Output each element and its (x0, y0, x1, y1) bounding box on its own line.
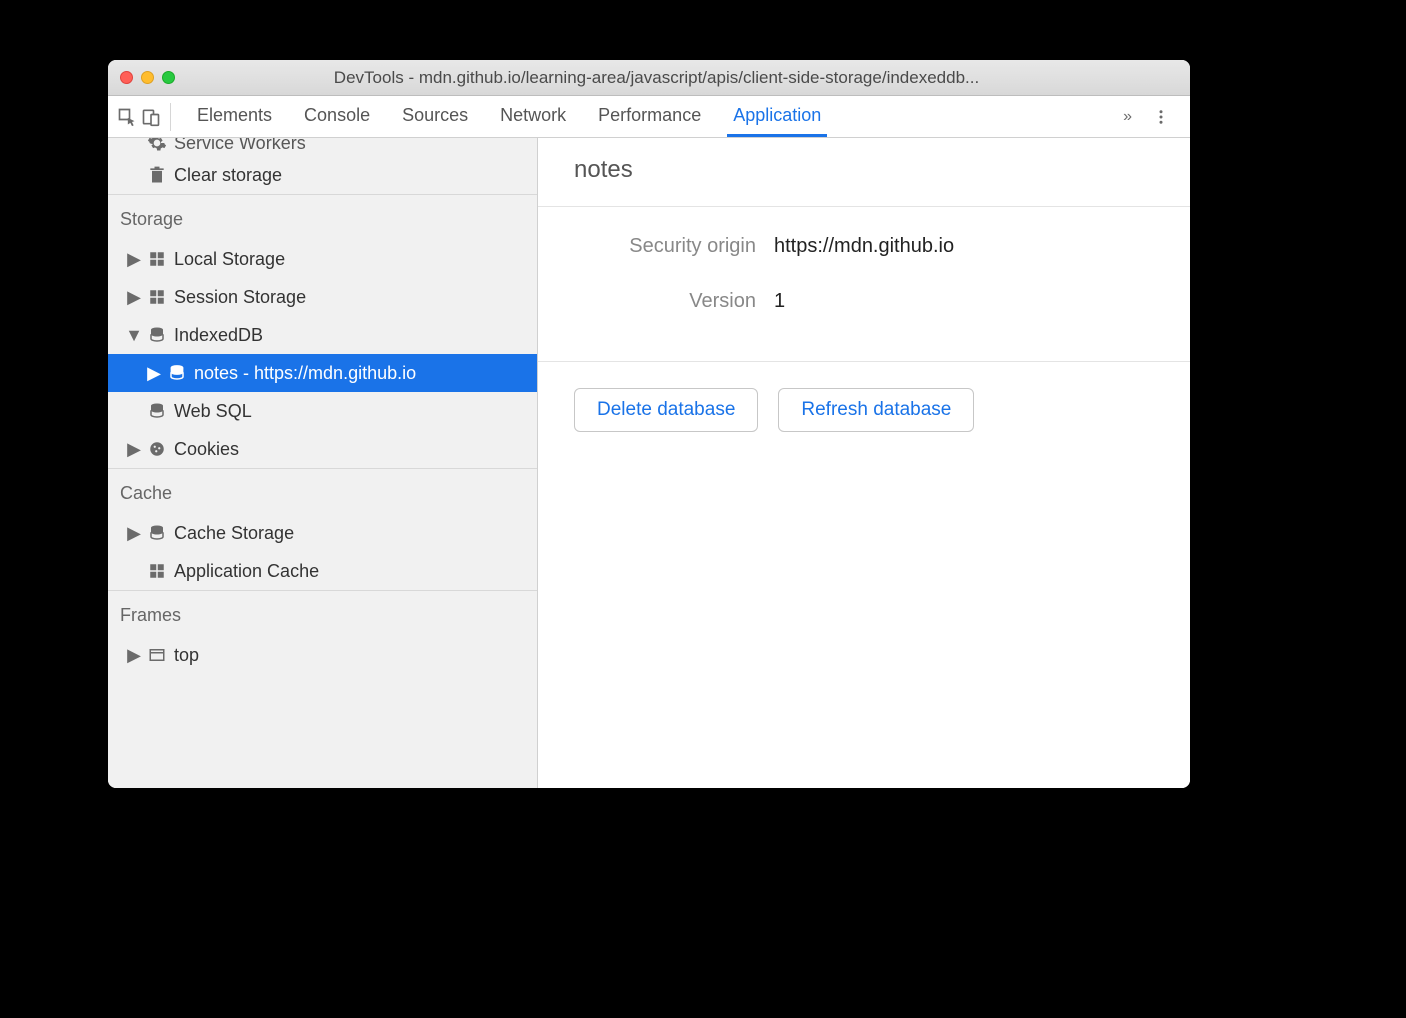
chevron-right-icon: ▶ (148, 363, 160, 384)
sidebar-item-indexeddb-notes[interactable]: ▶ notes - https://mdn.github.io (108, 354, 537, 392)
refresh-database-button[interactable]: Refresh database (778, 388, 974, 432)
close-icon[interactable] (120, 71, 133, 84)
grid-icon (146, 286, 168, 308)
inspect-element-icon[interactable] (116, 106, 138, 128)
sidebar-section-frames: Frames (108, 590, 537, 636)
detail-value: 1 (774, 290, 785, 313)
sidebar-section-storage: Storage (108, 194, 537, 240)
tabs: Elements Console Sources Network Perform… (195, 97, 1113, 136)
grid-icon (146, 560, 168, 582)
frame-icon (146, 644, 168, 666)
chevron-right-icon: ▶ (128, 439, 140, 460)
detail-value: https://mdn.github.io (774, 235, 954, 258)
tabbar-right: » (1113, 106, 1182, 128)
detail-row-origin: Security origin https://mdn.github.io (574, 235, 1154, 258)
chevron-right-icon: ▶ (128, 645, 140, 666)
details-block: Security origin https://mdn.github.io Ve… (538, 207, 1190, 362)
chevron-down-icon: ▼ (128, 325, 140, 346)
sidebar-item-label: Cookies (174, 439, 239, 460)
sidebar-item-label: Cache Storage (174, 523, 294, 544)
sidebar-item-label: Clear storage (174, 165, 282, 186)
more-tabs-icon[interactable]: » (1123, 108, 1132, 126)
actions-row: Delete database Refresh database (538, 362, 1190, 458)
tab-bar: Elements Console Sources Network Perform… (108, 96, 1190, 138)
device-toggle-icon[interactable] (140, 106, 162, 128)
sidebar-item-frames-top[interactable]: ▶ top (108, 636, 537, 674)
gear-icon (146, 138, 168, 154)
tab-application[interactable]: Application (731, 97, 823, 136)
sidebar-item-cookies[interactable]: ▶ Cookies (108, 430, 537, 468)
tab-elements[interactable]: Elements (195, 97, 274, 136)
tab-performance[interactable]: Performance (596, 97, 703, 136)
tab-network[interactable]: Network (498, 97, 568, 136)
body: Service Workers Clear storage Storage ▶ … (108, 138, 1190, 788)
sidebar-item-indexeddb[interactable]: ▼ IndexedDB (108, 316, 537, 354)
chevron-right-icon: ▶ (128, 249, 140, 270)
chevron-right-icon: ▶ (128, 287, 140, 308)
sidebar-item-label: Service Workers (174, 138, 306, 154)
sidebar-item-session-storage[interactable]: ▶ Session Storage (108, 278, 537, 316)
detail-label: Version (574, 290, 774, 313)
sidebar-item-label: IndexedDB (174, 325, 263, 346)
sidebar-item-label: notes - https://mdn.github.io (194, 363, 416, 384)
window-title: DevTools - mdn.github.io/learning-area/j… (195, 68, 1178, 88)
sidebar-item-label: Session Storage (174, 287, 306, 308)
chevron-right-icon: ▶ (128, 523, 140, 544)
titlebar: DevTools - mdn.github.io/learning-area/j… (108, 60, 1190, 96)
sidebar-item-label: top (174, 645, 199, 666)
trash-icon (146, 164, 168, 186)
detail-label: Security origin (574, 235, 774, 258)
tab-console[interactable]: Console (302, 97, 372, 136)
database-icon (146, 324, 168, 346)
sidebar-item-websql[interactable]: Web SQL (108, 392, 537, 430)
kebab-menu-icon[interactable] (1150, 106, 1172, 128)
page-title: notes (538, 138, 1190, 207)
maximize-icon[interactable] (162, 71, 175, 84)
database-icon (146, 400, 168, 422)
sidebar-section-cache: Cache (108, 468, 537, 514)
cookie-icon (146, 438, 168, 460)
sidebar-item-cache-storage[interactable]: ▶ Cache Storage (108, 514, 537, 552)
tabbar-left-tools (116, 103, 171, 131)
devtools-window: DevTools - mdn.github.io/learning-area/j… (108, 60, 1190, 788)
sidebar-item-label: Local Storage (174, 249, 285, 270)
database-icon (146, 522, 168, 544)
database-icon (166, 362, 188, 384)
tab-sources[interactable]: Sources (400, 97, 470, 136)
sidebar-item-service-workers[interactable]: Service Workers (108, 138, 537, 156)
sidebar-item-application-cache[interactable]: Application Cache (108, 552, 537, 590)
detail-row-version: Version 1 (574, 290, 1154, 313)
grid-icon (146, 248, 168, 270)
sidebar-item-label: Application Cache (174, 561, 319, 582)
sidebar: Service Workers Clear storage Storage ▶ … (108, 138, 538, 788)
delete-database-button[interactable]: Delete database (574, 388, 758, 432)
minimize-icon[interactable] (141, 71, 154, 84)
main-pane: notes Security origin https://mdn.github… (538, 138, 1190, 788)
sidebar-item-clear-storage[interactable]: Clear storage (108, 156, 537, 194)
traffic-lights (120, 71, 175, 84)
sidebar-item-local-storage[interactable]: ▶ Local Storage (108, 240, 537, 278)
sidebar-item-label: Web SQL (174, 401, 252, 422)
